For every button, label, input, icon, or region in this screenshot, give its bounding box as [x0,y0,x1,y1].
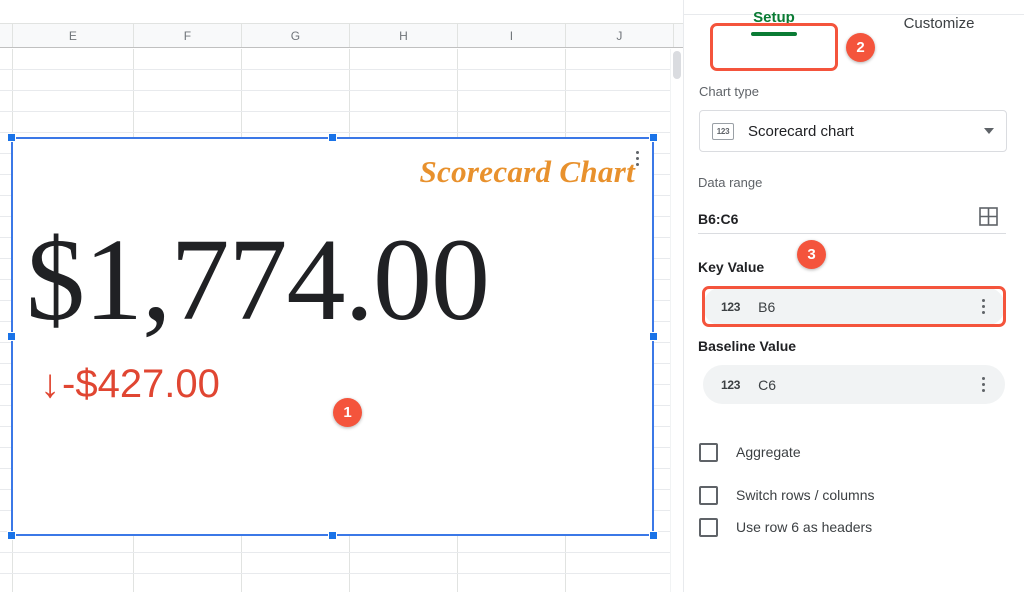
resize-handle-middle-right[interactable] [649,332,658,341]
sheet-scrollbar-thumb[interactable] [673,51,681,79]
baseline-value-chip[interactable]: 123 C6 [703,365,1005,404]
checkbox-row-switch-rows-columns[interactable]: Switch rows / columns [699,483,874,507]
grid-select-icon[interactable] [979,207,998,226]
chart-type-select[interactable]: 123 Scorecard chart [699,110,1007,152]
key-value-kebab-icon[interactable] [975,297,991,317]
key-value-chip-text: B6 [758,299,957,315]
column-header-f[interactable]: F [134,24,242,47]
chart-kebab-menu-icon[interactable] [629,146,645,170]
spreadsheet-grid[interactable]: E F G H I J [0,0,683,592]
screen: E F G H I J [0,0,1024,592]
resize-handle-middle-left[interactable] [7,332,16,341]
tab-customize-label: Customize [904,16,975,31]
column-header-h[interactable]: H [350,24,458,47]
chart-baseline-number: -$427.00 [62,364,220,404]
column-header-g[interactable]: G [242,24,350,47]
data-range-value[interactable]: B6:C6 [698,211,738,227]
key-value-label: Key Value [698,259,764,275]
annotation-badge-2: 2 [846,33,875,62]
baseline-value-chip-text: C6 [758,377,957,393]
resize-handle-bottom-left[interactable] [7,531,16,540]
tab-setup[interactable]: Setup [730,0,818,46]
tab-active-underline [751,32,797,36]
annotation-badge-3: 3 [797,240,826,269]
chart-key-value: $1,774.00 [26,221,626,339]
down-arrow-icon: ↓ [40,364,60,404]
column-header-e[interactable]: E [13,24,134,47]
resize-handle-bottom-center[interactable] [328,531,337,540]
checkbox-switch-rows-columns-label: Switch rows / columns [736,487,874,503]
123-icon: 123 [721,378,740,392]
checkbox-use-row-as-headers-label: Use row 6 as headers [736,519,872,535]
data-range-underline [698,233,1006,234]
checkbox-switch-rows-columns[interactable] [699,486,718,505]
checkbox-row-use-row-as-headers[interactable]: Use row 6 as headers [699,515,872,539]
chart-type-value: Scorecard chart [748,123,970,140]
column-header-j[interactable]: J [566,24,674,47]
checkbox-use-row-as-headers[interactable] [699,518,718,537]
chart-type-label: Chart type [699,84,759,99]
checkbox-row-aggregate[interactable]: Aggregate [699,440,801,464]
checkbox-aggregate-label: Aggregate [736,444,801,460]
chevron-down-icon [984,128,994,134]
tab-customize[interactable]: Customize [880,0,998,46]
123-icon: 123 [712,123,734,140]
tab-setup-label: Setup [753,10,795,25]
scorecard-chart[interactable]: Scorecard Chart $1,774.00 ↓ -$427.00 [12,138,653,535]
chart-title: Scorecard Chart [420,154,636,190]
resize-handle-top-right[interactable] [649,133,658,142]
resize-handle-top-left[interactable] [7,133,16,142]
chart-baseline-value: ↓ -$427.00 [40,364,220,404]
baseline-value-kebab-icon[interactable] [975,375,991,395]
checkbox-aggregate[interactable] [699,443,718,462]
column-header-row: E F G H I J [0,23,683,48]
column-header-partial[interactable] [0,24,13,47]
data-range-label: Data range [698,175,762,190]
annotation-badge-1: 1 [333,398,362,427]
resize-handle-bottom-right[interactable] [649,531,658,540]
resize-handle-top-center[interactable] [328,133,337,142]
column-header-i[interactable]: I [458,24,566,47]
123-icon: 123 [721,300,740,314]
key-value-chip[interactable]: 123 B6 [703,287,1005,326]
baseline-value-label: Baseline Value [698,338,796,354]
sheet-vertical-scrollbar[interactable] [670,49,683,592]
